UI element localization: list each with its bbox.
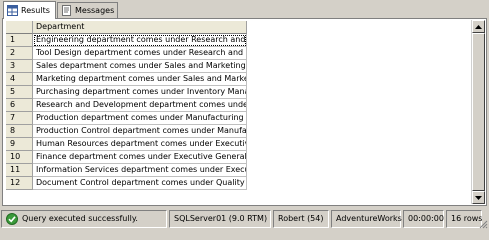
status-user: Robert (54) <box>273 209 329 228</box>
department-cell[interactable]: Finance department comes under Executive… <box>33 151 247 164</box>
resize-grip-icon[interactable] <box>478 219 488 229</box>
table-row[interactable]: 11 Information Services department comes … <box>6 164 247 177</box>
row-number-header[interactable] <box>6 21 33 34</box>
table-row[interactable]: 10 Finance department comes under Executi… <box>6 151 247 164</box>
tab-results-label: Results <box>21 6 50 15</box>
table-row[interactable]: 3 Sales department comes under Sales and … <box>6 60 247 73</box>
success-check-icon <box>6 212 18 225</box>
table-row[interactable]: 1 Engineering department comes under Rese… <box>6 34 247 47</box>
row-number-cell[interactable]: 8 <box>6 125 33 138</box>
department-cell[interactable]: Marketing department comes under Sales a… <box>33 73 247 86</box>
status-server: SQLServer01 (9.0 RTM) <box>169 209 271 228</box>
scroll-thumb[interactable] <box>472 33 485 191</box>
status-elapsed-time: 00:00:00 <box>403 209 444 228</box>
table-row[interactable]: 7 Production department comes under Manuf… <box>6 112 247 125</box>
scroll-up-button[interactable] <box>472 20 485 33</box>
results-grid[interactable]: Department 1 Engineering department comes… <box>6 21 247 190</box>
row-number-cell[interactable]: 9 <box>6 138 33 151</box>
department-cell[interactable]: Tool Design department comes under Resea… <box>33 47 247 60</box>
table-row[interactable]: 4 Marketing department comes under Sales … <box>6 73 247 86</box>
row-number-cell[interactable]: 1 <box>6 34 33 47</box>
scroll-down-button[interactable] <box>472 191 485 204</box>
messages-icon <box>61 5 72 16</box>
row-number-cell[interactable]: 10 <box>6 151 33 164</box>
row-number-cell[interactable]: 4 <box>6 73 33 86</box>
results-panel: Department 1 Engineering department comes… <box>2 18 487 206</box>
status-message-panel: Query executed successfully. <box>1 209 167 228</box>
results-tab-strip: Results Messages <box>0 0 489 19</box>
status-database: AdventureWorks <box>331 209 402 228</box>
department-cell[interactable]: Information Services department comes un… <box>33 164 247 177</box>
department-cell[interactable]: Sales department comes under Sales and M… <box>33 60 247 73</box>
row-number-cell[interactable]: 3 <box>6 60 33 73</box>
department-cell[interactable]: Engineering department comes under Resea… <box>33 34 247 47</box>
status-bar: Query executed successfully. SQLServer01… <box>0 207 489 230</box>
row-number-cell[interactable]: 6 <box>6 99 33 112</box>
row-number-cell[interactable]: 7 <box>6 112 33 125</box>
grid-header-row: Department <box>6 21 247 34</box>
table-row[interactable]: 6 Research and Development department com… <box>6 99 247 112</box>
tab-messages-label: Messages <box>75 6 115 15</box>
table-row[interactable]: 2 Tool Design department comes under Rese… <box>6 47 247 60</box>
status-row-count: 16 rows <box>446 209 482 228</box>
tab-messages[interactable]: Messages <box>57 2 118 18</box>
vertical-scrollbar[interactable] <box>471 20 485 204</box>
row-number-cell[interactable]: 12 <box>6 177 33 190</box>
table-row[interactable]: 12 Document Control department comes unde… <box>6 177 247 190</box>
department-cell[interactable]: Document Control department comes under … <box>33 177 247 190</box>
arrow-down-icon <box>475 195 482 200</box>
tab-results[interactable]: Results <box>3 1 56 19</box>
column-header-department[interactable]: Department <box>33 21 247 34</box>
row-number-cell[interactable]: 11 <box>6 164 33 177</box>
table-row[interactable]: 8 Production Control department comes und… <box>6 125 247 138</box>
grid-icon <box>7 5 18 16</box>
row-number-cell[interactable]: 5 <box>6 86 33 99</box>
department-cell[interactable]: Production department comes under Manufa… <box>33 112 247 125</box>
table-row[interactable]: 5 Purchasing department comes under Inven… <box>6 86 247 99</box>
status-message: Query executed successfully. <box>22 214 138 223</box>
department-cell[interactable]: Production Control department comes unde… <box>33 125 247 138</box>
row-number-cell[interactable]: 2 <box>6 47 33 60</box>
department-cell[interactable]: Research and Development department come… <box>33 99 247 112</box>
table-row[interactable]: 9 Human Resources department comes under … <box>6 138 247 151</box>
department-cell[interactable]: Human Resources department comes under E… <box>33 138 247 151</box>
arrow-up-icon <box>475 24 482 29</box>
department-cell[interactable]: Purchasing department comes under Invent… <box>33 86 247 99</box>
